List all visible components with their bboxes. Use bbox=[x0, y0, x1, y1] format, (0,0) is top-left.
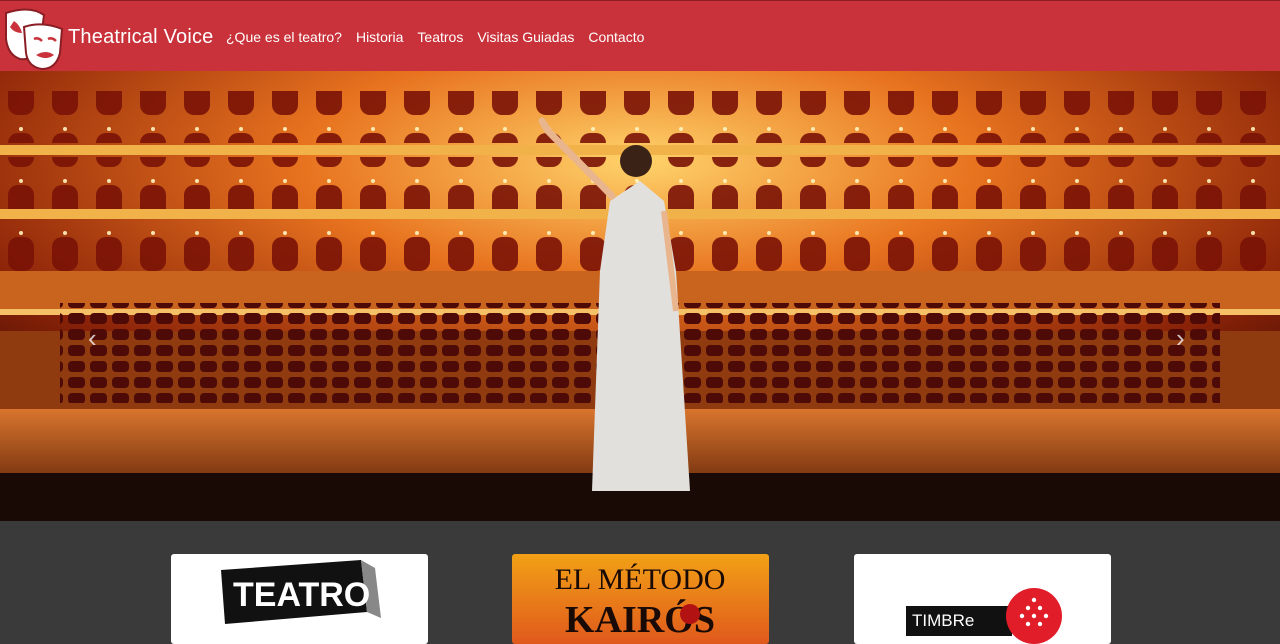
brand-name: Theatrical Voice bbox=[68, 25, 214, 48]
main-nav: ¿Que es el teatro? Historia Teatros Visi… bbox=[226, 1, 644, 72]
chevron-right-icon[interactable]: › bbox=[1176, 325, 1185, 351]
navbar: Theatrical Voice ¿Que es el teatro? Hist… bbox=[0, 0, 1280, 71]
partner-card-metodo-kairos[interactable]: EL MÉTODO KAIRÓS bbox=[512, 554, 769, 644]
nav-que-es-el-teatro[interactable]: ¿Que es el teatro? bbox=[226, 29, 342, 45]
teatro-logo-text: TEATRO bbox=[233, 576, 370, 614]
nav-visitas-guiadas[interactable]: Visitas Guiadas bbox=[477, 29, 574, 45]
partner-cards: TEATRO EL MÉTODO KAIRÓS TIMBRe bbox=[0, 521, 1280, 644]
nav-historia[interactable]: Historia bbox=[356, 29, 403, 45]
hero-carousel: ‹ › bbox=[0, 71, 1280, 521]
nav-contacto[interactable]: Contacto bbox=[588, 29, 644, 45]
theater-masks-icon bbox=[5, 8, 64, 71]
hero-slide-image bbox=[0, 71, 1280, 521]
metodo-logo-text: EL MÉTODO bbox=[555, 563, 726, 596]
brand-link[interactable]: Theatrical Voice bbox=[0, 3, 214, 71]
chevron-left-icon[interactable]: ‹ bbox=[88, 325, 97, 351]
partner-card-timbre[interactable]: TIMBRe bbox=[854, 554, 1111, 644]
partner-card-teatro[interactable]: TEATRO bbox=[171, 554, 428, 644]
nav-teatros[interactable]: Teatros bbox=[417, 29, 463, 45]
metodo-kairos-logo: EL MÉTODO KAIRÓS bbox=[555, 563, 726, 641]
timbre-logo-text: TIMBRe bbox=[912, 611, 974, 630]
timbre-logo: TIMBRe bbox=[906, 588, 1062, 644]
teatro-logo: TEATRO bbox=[221, 560, 381, 624]
